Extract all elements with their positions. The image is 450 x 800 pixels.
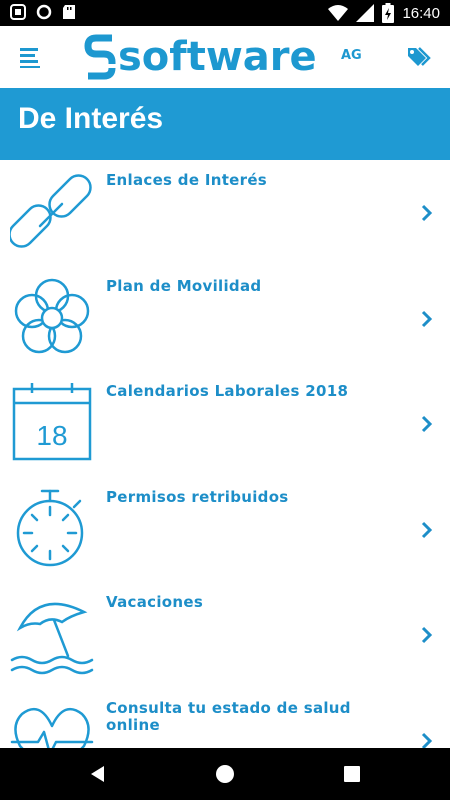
- list-item-label: Vacaciones: [106, 593, 204, 611]
- chevron-right-icon: [421, 732, 433, 748]
- logo-ag: AG: [341, 48, 362, 63]
- calendar-icon: 18: [12, 383, 92, 461]
- list-item-label: Permisos retribuidos: [106, 487, 289, 506]
- system-nav-bar: [0, 748, 450, 800]
- list-item-calendarios[interactable]: 18 Calendarios Laborales 2018: [0, 371, 450, 477]
- app-header: software AG: [0, 26, 450, 88]
- wifi-icon: [328, 5, 349, 21]
- sd-card-icon: [63, 5, 75, 19]
- list-item-enlaces[interactable]: Enlaces de Interés: [0, 160, 450, 266]
- list-item-salud[interactable]: Consulta tu estado de salud online: [0, 688, 450, 748]
- page-title: De Interés: [18, 102, 164, 135]
- status-bar: 16:40: [0, 0, 450, 26]
- stopwatch-icon: [16, 489, 84, 566]
- logo-text: software: [118, 34, 317, 80]
- circle-status-icon: [36, 4, 52, 20]
- battery-icon: [382, 3, 395, 23]
- tags-icon[interactable]: [406, 44, 432, 70]
- link-icon: [10, 174, 92, 248]
- flower-icon: [14, 278, 90, 353]
- title-bar: De Interés: [0, 88, 450, 160]
- recents-icon[interactable]: [340, 762, 364, 786]
- back-icon[interactable]: [86, 762, 110, 786]
- notification-icon: [10, 4, 26, 20]
- list-item-vacaciones[interactable]: Vacaciones: [0, 582, 450, 688]
- chevron-right-icon: [421, 626, 433, 644]
- menu-icon[interactable]: [18, 44, 44, 70]
- interest-list: Enlaces de Interés Plan de Movilidad 18 …: [0, 160, 450, 748]
- home-icon[interactable]: [213, 762, 237, 786]
- list-item-movilidad[interactable]: Plan de Movilidad: [0, 266, 450, 372]
- heart-pulse-icon: [10, 707, 94, 748]
- chevron-right-icon: [421, 521, 433, 538]
- list-item-permisos[interactable]: Permisos retribuidos: [0, 477, 450, 583]
- list-item-label: Consulta tu estado de salud online: [106, 698, 351, 734]
- calendar-day: 18: [36, 420, 67, 451]
- logo-s-icon: [84, 34, 116, 80]
- chevron-right-icon: [421, 415, 433, 433]
- list-item-label: Plan de Movilidad: [106, 276, 262, 295]
- signal-icon: [356, 4, 375, 22]
- list-item-label: Enlaces de Interés: [106, 171, 268, 189]
- status-time: 16:40: [402, 4, 440, 22]
- software-ag-logo: software AG: [84, 32, 374, 84]
- chevron-right-icon: [421, 204, 433, 222]
- list-item-label: Calendarios Laborales 2018: [106, 382, 349, 400]
- beach-umbrella-icon: [10, 602, 94, 675]
- chevron-right-icon: [421, 310, 433, 327]
